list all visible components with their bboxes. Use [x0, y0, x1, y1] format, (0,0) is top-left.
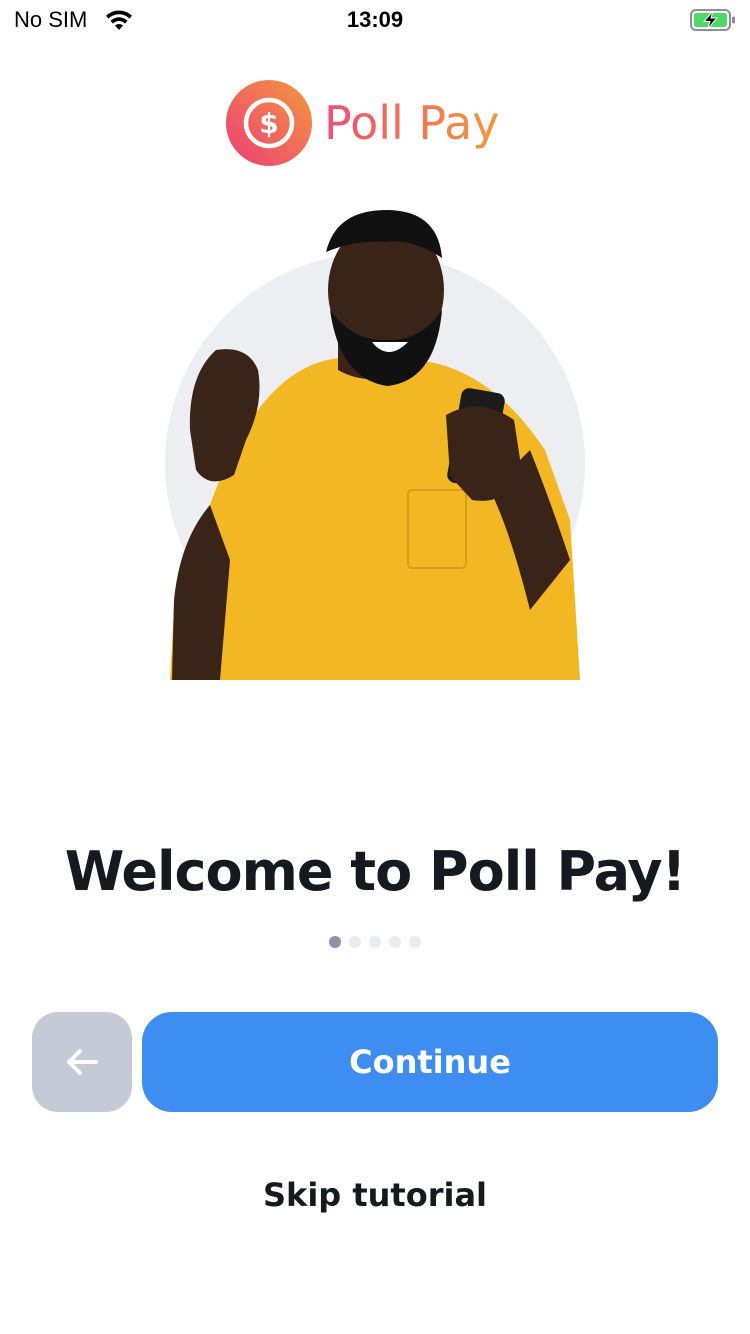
skip-tutorial-link[interactable]: Skip tutorial	[0, 1176, 750, 1214]
brand-name: Poll Pay	[324, 80, 500, 166]
page-dot	[409, 936, 421, 948]
page-indicator	[0, 936, 750, 948]
man-celebrating-with-phone-illustration	[165, 210, 585, 680]
dollar-coin-icon: $	[226, 80, 312, 166]
continue-button[interactable]: Continue	[142, 1012, 718, 1112]
battery-charging-icon	[690, 9, 735, 31]
brand-logo: $ Poll Pay	[226, 80, 500, 166]
page-dot-active	[329, 936, 341, 948]
back-button[interactable]	[32, 1012, 132, 1112]
onboarding-screen: No SIM 13:09 $ Poll Pay Welcome to Poll …	[0, 0, 750, 1334]
arrow-left-icon	[67, 1049, 98, 1075]
page-title: Welcome to Poll Pay!	[64, 840, 687, 903]
clock: 13:09	[346, 7, 404, 32]
page-dot	[389, 936, 401, 948]
svg-text:$: $	[259, 107, 278, 140]
page-dot	[369, 936, 381, 948]
status-bar: No SIM 13:09	[0, 0, 750, 40]
page-dot	[349, 936, 361, 948]
